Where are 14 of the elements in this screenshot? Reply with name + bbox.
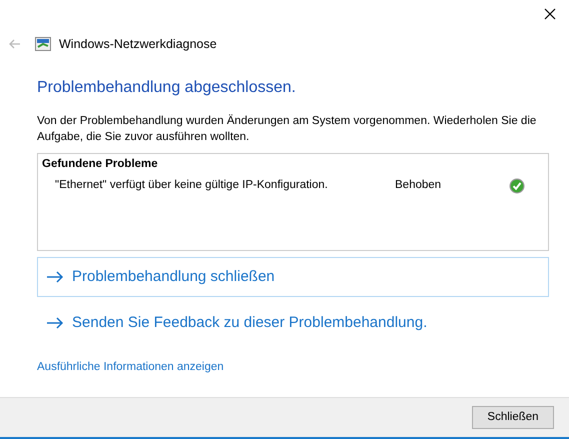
- heading: Problembehandlung abgeschlossen.: [37, 78, 297, 98]
- arrow-icon: [46, 317, 64, 330]
- message-text: Von der Problembehandlung wurden Änderungen am System vorgenommen. Wiederholen Sie die Aufgabe, die Sie zuvor ausführen wollten.: [37, 113, 538, 146]
- problem-status: Behoben: [395, 178, 442, 194]
- arrow-icon: [46, 271, 64, 284]
- panel-title: Gefundene Probleme: [42, 157, 159, 172]
- command-link[interactable]: Senden Sie Feedback zu dieser Problembehandlung.: [37, 303, 549, 344]
- details-link[interactable]: Ausführliche Informationen anzeigen: [37, 359, 224, 376]
- close-dialog-button[interactable]: Schließen: [472, 406, 554, 429]
- problem-text: "Ethernet" verfügt über keine gültige IP-Konfiguration.: [55, 178, 329, 194]
- window-title: Windows-Netzwerkdiagnose: [59, 36, 217, 53]
- close-icon[interactable]: [544, 8, 556, 20]
- network-icon: [35, 37, 51, 51]
- command-link[interactable]: Problembehandlung schließen: [37, 257, 549, 298]
